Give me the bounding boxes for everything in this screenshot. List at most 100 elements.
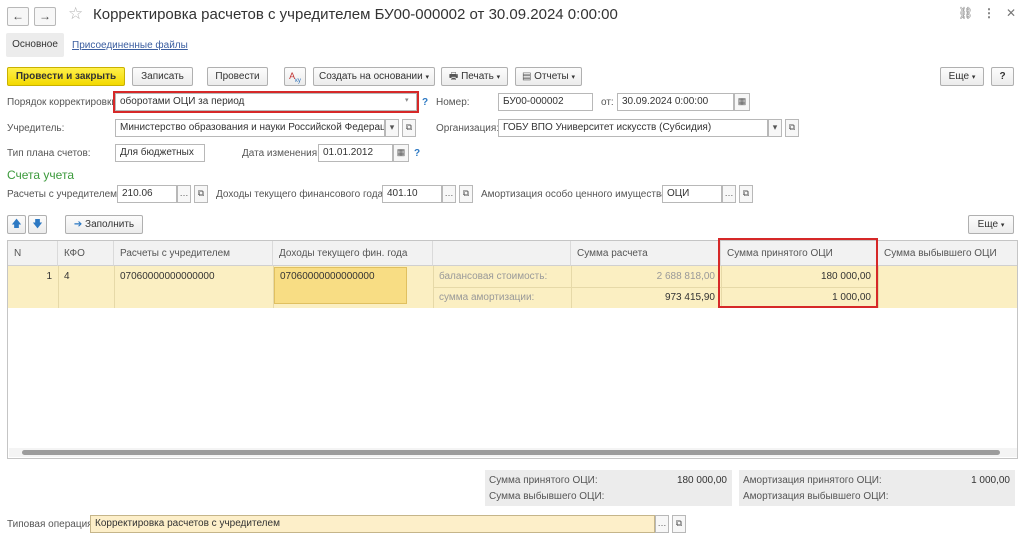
reports-button[interactable]: ▤ Отчеты ▾: [515, 67, 582, 86]
cell-n: 1: [46, 271, 52, 282]
more-label: Еще: [948, 71, 970, 82]
save-button[interactable]: Записать: [132, 67, 193, 86]
totals-panel: Сумма принятого ОЦИ: 180 000,00 Сумма вы…: [485, 470, 732, 506]
cell-sum-calc-2: 973 415,90: [664, 292, 715, 303]
col-label[interactable]: [433, 241, 571, 266]
col-income[interactable]: Доходы текущего фин. года: [273, 241, 433, 266]
col-sum-retired[interactable]: Сумма выбывшего ОЦИ: [878, 241, 1017, 266]
cell-label-amort: сумма амортизации:: [439, 292, 535, 303]
post-button[interactable]: Провести: [207, 67, 268, 86]
table-more-label: Еще: [977, 219, 999, 230]
org-label: Организация:: [436, 123, 500, 134]
accepted-total-label: Сумма принятого ОЦИ:: [489, 475, 598, 486]
move-up-icon[interactable]: 🡅: [7, 215, 26, 234]
open-icon[interactable]: ⧉: [739, 185, 753, 203]
menu-icon[interactable]: ⋮: [983, 6, 995, 20]
cell-sum-calc-1: 2 688 818,00: [656, 271, 715, 282]
plan-label: Тип плана счетов:: [7, 148, 91, 159]
amort-totals-panel: Амортизация принятого ОЦИ: 1 000,00 Амор…: [739, 470, 1015, 506]
calendar-icon[interactable]: ▦: [734, 93, 750, 111]
help-icon[interactable]: ?: [414, 148, 420, 159]
print-button[interactable]: 🖶 Печать ▾: [441, 67, 508, 86]
select-icon[interactable]: …: [442, 185, 456, 203]
number-label: Номер:: [436, 97, 470, 108]
col-sum-calc[interactable]: Сумма расчета: [571, 241, 721, 266]
more-button[interactable]: Еще ▾: [940, 67, 984, 86]
acc-income-label: Доходы текущего финансового года:: [216, 189, 386, 200]
amort-retired-label: Амортизация выбывшего ОЦИ:: [743, 491, 889, 502]
col-n[interactable]: N: [8, 241, 58, 266]
operation-field[interactable]: Корректировка расчетов с учредителем: [90, 515, 655, 533]
select-icon[interactable]: …: [177, 185, 191, 203]
window-title: Корректировка расчетов с учредителем БУ0…: [93, 6, 618, 23]
plan-field[interactable]: Для бюджетных: [115, 144, 205, 162]
select-icon[interactable]: …: [722, 185, 736, 203]
cell-founder: 07060000000000000: [120, 271, 215, 282]
chevron-down-icon: ▾: [425, 74, 430, 81]
chevron-down-icon: ▾: [496, 74, 501, 81]
close-icon[interactable]: ✕: [1006, 6, 1016, 20]
calendar-icon[interactable]: ▦: [393, 144, 409, 162]
select-icon[interactable]: …: [655, 515, 669, 533]
founder-field[interactable]: Министерство образования и науки Российс…: [115, 119, 385, 137]
spellcheck-icon[interactable]: Aку: [284, 67, 306, 86]
chevron-down-icon: ▾: [571, 74, 576, 81]
cell-label-balance: балансовая стоимость:: [439, 271, 548, 282]
chevron-down-icon[interactable]: ▾: [768, 119, 782, 137]
reports-icon: ▤: [521, 71, 532, 82]
open-icon[interactable]: ⧉: [402, 119, 416, 137]
help-icon[interactable]: ?: [422, 97, 428, 108]
amort-accepted-label: Амортизация принятого ОЦИ:: [743, 475, 882, 486]
move-down-icon[interactable]: 🡇: [28, 215, 47, 234]
org-field[interactable]: ГОБУ ВПО Университет искусств (Субсидия): [498, 119, 768, 137]
favorite-star-icon[interactable]: ☆: [68, 4, 83, 24]
help-button[interactable]: ?: [991, 67, 1014, 86]
accepted-total-value: 180 000,00: [676, 475, 727, 486]
reports-label: Отчеты: [534, 71, 569, 82]
acc-amort-label: Амортизация особо ценного имущества:: [481, 189, 670, 200]
operation-label: Типовая операция:: [7, 519, 96, 530]
scrollbar-thumb[interactable]: [22, 450, 1000, 455]
link-icon[interactable]: ⛓: [958, 6, 973, 20]
col-founder[interactable]: Расчеты с учредителем: [114, 241, 273, 266]
tab-attached-files[interactable]: Присоединенные файлы: [72, 40, 188, 51]
acc-founder-field[interactable]: 210.06: [117, 185, 177, 203]
tab-main[interactable]: Основное: [6, 33, 64, 57]
cell-kfo: 4: [64, 271, 70, 282]
acc-amort-field[interactable]: ОЦИ: [662, 185, 722, 203]
highlight-accepted: [718, 238, 878, 308]
fill-button[interactable]: ➔ Заполнить: [65, 215, 143, 234]
open-icon[interactable]: ⧉: [459, 185, 473, 203]
open-icon[interactable]: ⧉: [785, 119, 799, 137]
fill-icon: ➔: [73, 219, 83, 230]
highlight-order: [113, 91, 419, 113]
change-date-field[interactable]: 01.01.2012: [318, 144, 393, 162]
open-icon[interactable]: ⧉: [194, 185, 208, 203]
print-label: Печать: [461, 71, 494, 82]
col-kfo[interactable]: КФО: [58, 241, 114, 266]
cell-income: 07060000000000000: [280, 271, 375, 282]
retired-total-label: Сумма выбывшего ОЦИ:: [489, 491, 605, 502]
date-label: от:: [601, 97, 614, 108]
back-button[interactable]: ←: [7, 7, 29, 26]
amort-accepted-value: 1 000,00: [971, 475, 1010, 486]
founder-label: Учредитель:: [7, 123, 65, 134]
number-field[interactable]: БУ00-000002: [498, 93, 593, 111]
table-more-button[interactable]: Еще ▾: [968, 215, 1014, 234]
printer-icon: 🖶: [448, 71, 459, 82]
chevron-down-icon: ▾: [1000, 222, 1005, 229]
forward-button[interactable]: →: [34, 7, 56, 26]
order-label: Порядок корректировки:: [7, 97, 120, 108]
section-title: Счета учета: [7, 168, 74, 182]
create-based-label: Создать на основании: [318, 71, 423, 82]
acc-founder-label: Расчеты с учредителем:: [7, 189, 120, 200]
change-date-label: Дата изменения:: [242, 148, 320, 159]
date-field[interactable]: 30.09.2024 0:00:00: [617, 93, 734, 111]
open-icon[interactable]: ⧉: [672, 515, 686, 533]
create-based-button[interactable]: Создать на основании ▾: [313, 67, 435, 86]
post-and-close-button[interactable]: Провести и закрыть: [7, 67, 125, 86]
chevron-down-icon[interactable]: ▾: [385, 119, 399, 137]
acc-income-field[interactable]: 401.10: [382, 185, 442, 203]
fill-label: Заполнить: [85, 219, 135, 230]
chevron-down-icon: ▾: [971, 74, 976, 81]
